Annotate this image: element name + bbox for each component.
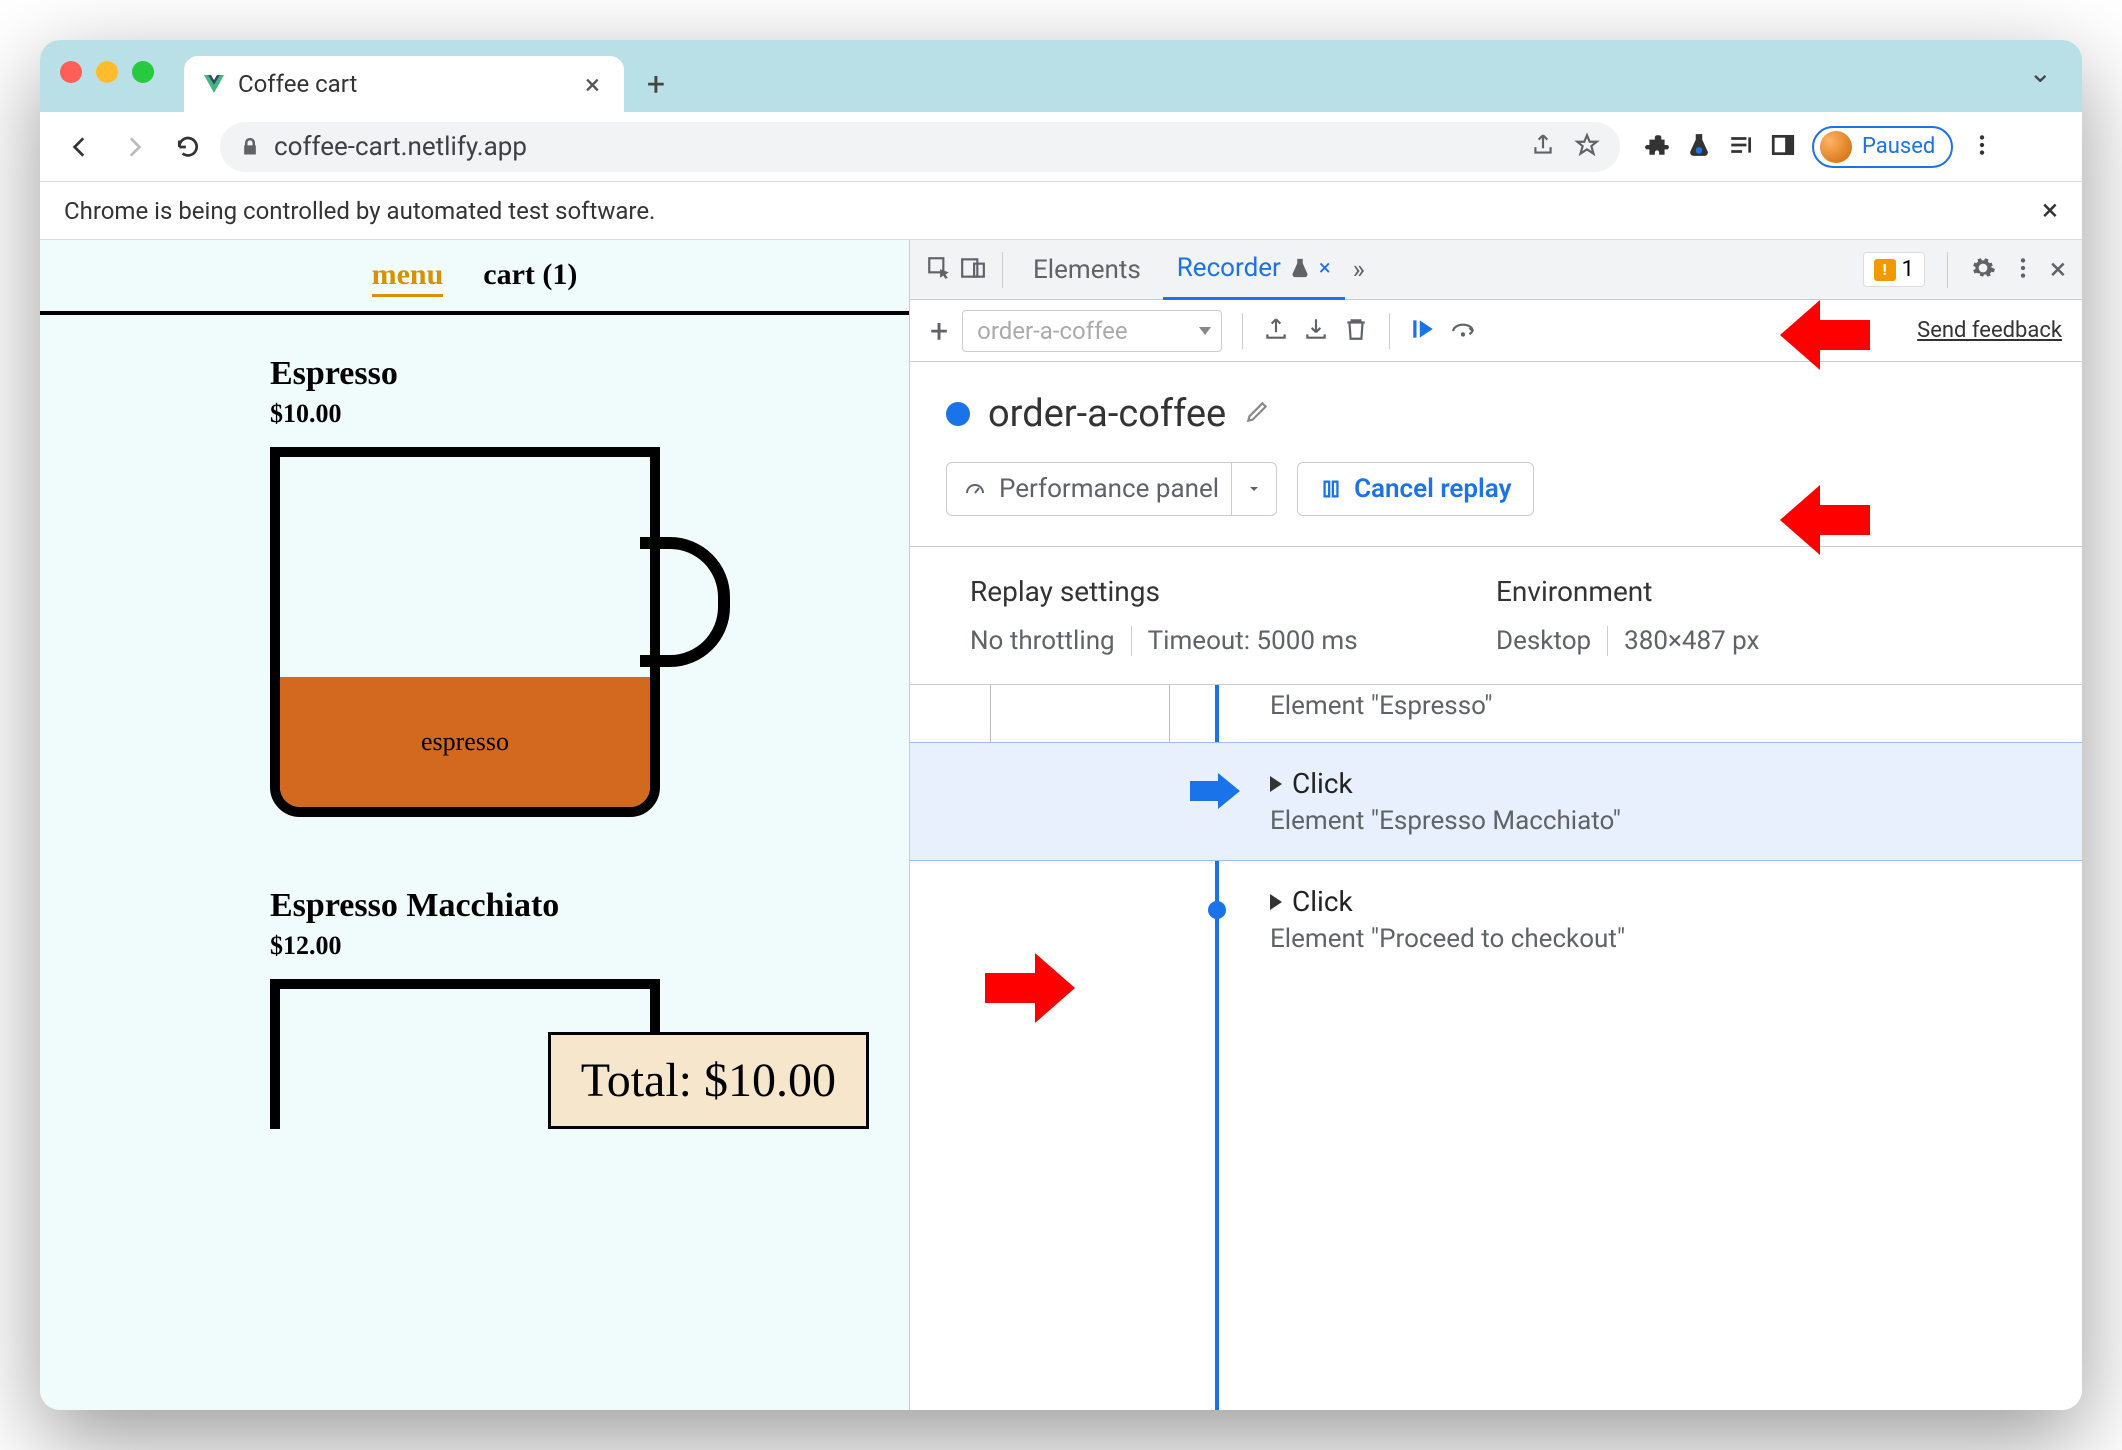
page-nav: menu cart (1) — [40, 240, 909, 315]
recording-actions: Performance panel Cancel replay — [910, 462, 2082, 546]
window-controls — [60, 61, 154, 83]
total-overlay[interactable]: Total: $10.00 — [548, 1032, 869, 1129]
throttle-value[interactable]: No throttling — [970, 626, 1131, 656]
export-icon[interactable] — [1263, 316, 1289, 346]
nav-cart-link[interactable]: cart (1) — [483, 258, 577, 297]
gauge-icon — [963, 477, 987, 501]
edit-title-icon[interactable] — [1244, 399, 1270, 429]
window-zoom-icon[interactable] — [132, 61, 154, 83]
paused-label: Paused — [1862, 134, 1935, 159]
expand-caret-icon[interactable] — [1270, 894, 1282, 910]
devtools-panel: Elements Recorder × » ! 1 × — [910, 240, 2082, 1410]
lock-icon — [240, 137, 260, 157]
side-panel-icon[interactable] — [1770, 132, 1796, 162]
product-item-espresso: Espresso $10.00 espresso — [270, 355, 814, 827]
avatar-icon — [1820, 131, 1852, 163]
labs-icon[interactable] — [1686, 132, 1712, 162]
pause-icon — [1320, 478, 1342, 500]
timeline-step-current[interactable]: Click Element "Espresso Macchiato" — [910, 742, 2082, 861]
forward-button[interactable] — [112, 125, 156, 169]
back-button[interactable] — [58, 125, 102, 169]
step-subtitle: Element "Espresso Macchiato" — [1270, 806, 2042, 836]
inspect-element-icon[interactable] — [926, 255, 952, 285]
tab-close-icon[interactable]: × — [579, 68, 606, 101]
browser-tab[interactable]: Coffee cart × — [184, 56, 624, 112]
delete-icon[interactable] — [1343, 316, 1369, 346]
flask-icon — [1289, 257, 1311, 279]
new-tab-button[interactable]: + — [632, 60, 680, 108]
env-device[interactable]: Desktop — [1496, 626, 1607, 656]
product-price: $12.00 — [270, 931, 814, 961]
annotation-arrow-icon — [1780, 485, 1870, 555]
tabs-overflow-icon[interactable]: ⌄ — [2029, 56, 2052, 89]
product-title: Espresso Macchiato — [270, 887, 814, 925]
nav-menu-link[interactable]: menu — [372, 258, 444, 297]
devtools-close-icon[interactable]: × — [2050, 252, 2066, 287]
product-title: Espresso — [270, 355, 814, 393]
step-subtitle: Element "Espresso" — [1270, 691, 2042, 721]
environment-label: Environment — [1496, 575, 2022, 608]
tab-close-icon[interactable]: × — [1319, 256, 1331, 281]
automation-banner-text: Chrome is being controlled by automated … — [64, 197, 655, 225]
tab-title: Coffee cart — [238, 70, 567, 98]
env-viewport[interactable]: 380×487 px — [1607, 626, 1775, 656]
cup-fill-label: espresso — [280, 677, 650, 807]
window-minimize-icon[interactable] — [96, 61, 118, 83]
recorder-toolbar: + order-a-coffee Send feedback — [910, 300, 2082, 362]
step-subtitle: Element "Proceed to checkout" — [1270, 924, 2042, 954]
url-text: coffee-cart.netlify.app — [274, 132, 527, 162]
warning-icon: ! — [1874, 259, 1896, 281]
browser-menu-icon[interactable] — [1969, 132, 1995, 162]
send-feedback-link[interactable]: Send feedback — [1917, 318, 2062, 343]
extensions-icon[interactable] — [1644, 132, 1670, 162]
replay-settings-label: Replay settings — [970, 575, 1496, 608]
browser-toolbar: coffee-cart.netlify.app Paused — [40, 112, 2082, 182]
reading-list-icon[interactable] — [1728, 132, 1754, 162]
tab-recorder[interactable]: Recorder × — [1163, 240, 1345, 300]
window-close-icon[interactable] — [60, 61, 82, 83]
timeline-step[interactable]: Total: $0.00 Element "Espresso" — [910, 691, 2082, 742]
vue-icon — [202, 72, 226, 96]
recording-title: order-a-coffee — [988, 392, 1226, 436]
webpage-viewport: menu cart (1) Espresso $10.00 espresso E… — [40, 240, 910, 1410]
recording-status-dot-icon — [946, 402, 970, 426]
browser-tab-strip: Coffee cart × + ⌄ — [40, 40, 2082, 112]
coffee-cup-graphic[interactable]: espresso — [270, 447, 690, 827]
steps-timeline: Total: $0.00 Element "Espresso" Click El… — [910, 685, 2082, 1410]
dropdown-caret-icon[interactable] — [1231, 463, 1276, 515]
issues-badge[interactable]: ! 1 — [1863, 252, 1925, 287]
annotation-arrow-icon — [1780, 300, 1870, 370]
more-tabs-icon[interactable]: » — [1353, 255, 1365, 285]
timeline-step[interactable]: Click Element "Proceed to checkout" — [910, 861, 2082, 979]
current-step-marker-icon — [1190, 773, 1214, 797]
timeout-value[interactable]: Timeout: 5000 ms — [1131, 626, 1374, 656]
share-icon[interactable] — [1530, 132, 1556, 162]
bookmark-star-icon[interactable] — [1574, 132, 1600, 162]
recording-selector[interactable]: order-a-coffee — [962, 310, 1222, 352]
devtools-tab-bar: Elements Recorder × » ! 1 × — [910, 240, 2082, 300]
replay-settings-bar: Replay settings No throttling Timeout: 5… — [910, 546, 2082, 685]
replay-step-icon[interactable] — [1410, 316, 1436, 346]
step-title: Click — [1292, 885, 1353, 918]
device-toolbar-icon[interactable] — [960, 255, 986, 285]
step-title: Click — [1292, 767, 1353, 800]
expand-caret-icon[interactable] — [1270, 776, 1282, 792]
profile-paused-pill[interactable]: Paused — [1812, 126, 1953, 168]
product-price: $10.00 — [270, 399, 814, 429]
annotation-arrow-icon — [985, 953, 1075, 1023]
automation-banner-close-icon[interactable]: × — [2042, 193, 2058, 228]
devtools-menu-icon[interactable] — [2010, 255, 2036, 285]
step-dot-icon — [1208, 901, 1226, 919]
recording-header: order-a-coffee — [910, 362, 2082, 462]
step-over-icon[interactable] — [1450, 316, 1476, 346]
reload-button[interactable] — [166, 125, 210, 169]
import-icon[interactable] — [1303, 316, 1329, 346]
settings-gear-icon[interactable] — [1970, 255, 1996, 285]
performance-panel-button[interactable]: Performance panel — [946, 462, 1277, 516]
automation-banner: Chrome is being controlled by automated … — [40, 182, 2082, 240]
address-bar[interactable]: coffee-cart.netlify.app — [220, 122, 1620, 172]
tab-elements[interactable]: Elements — [1019, 241, 1155, 299]
new-recording-icon[interactable]: + — [930, 312, 948, 350]
cancel-replay-button[interactable]: Cancel replay — [1297, 462, 1534, 516]
